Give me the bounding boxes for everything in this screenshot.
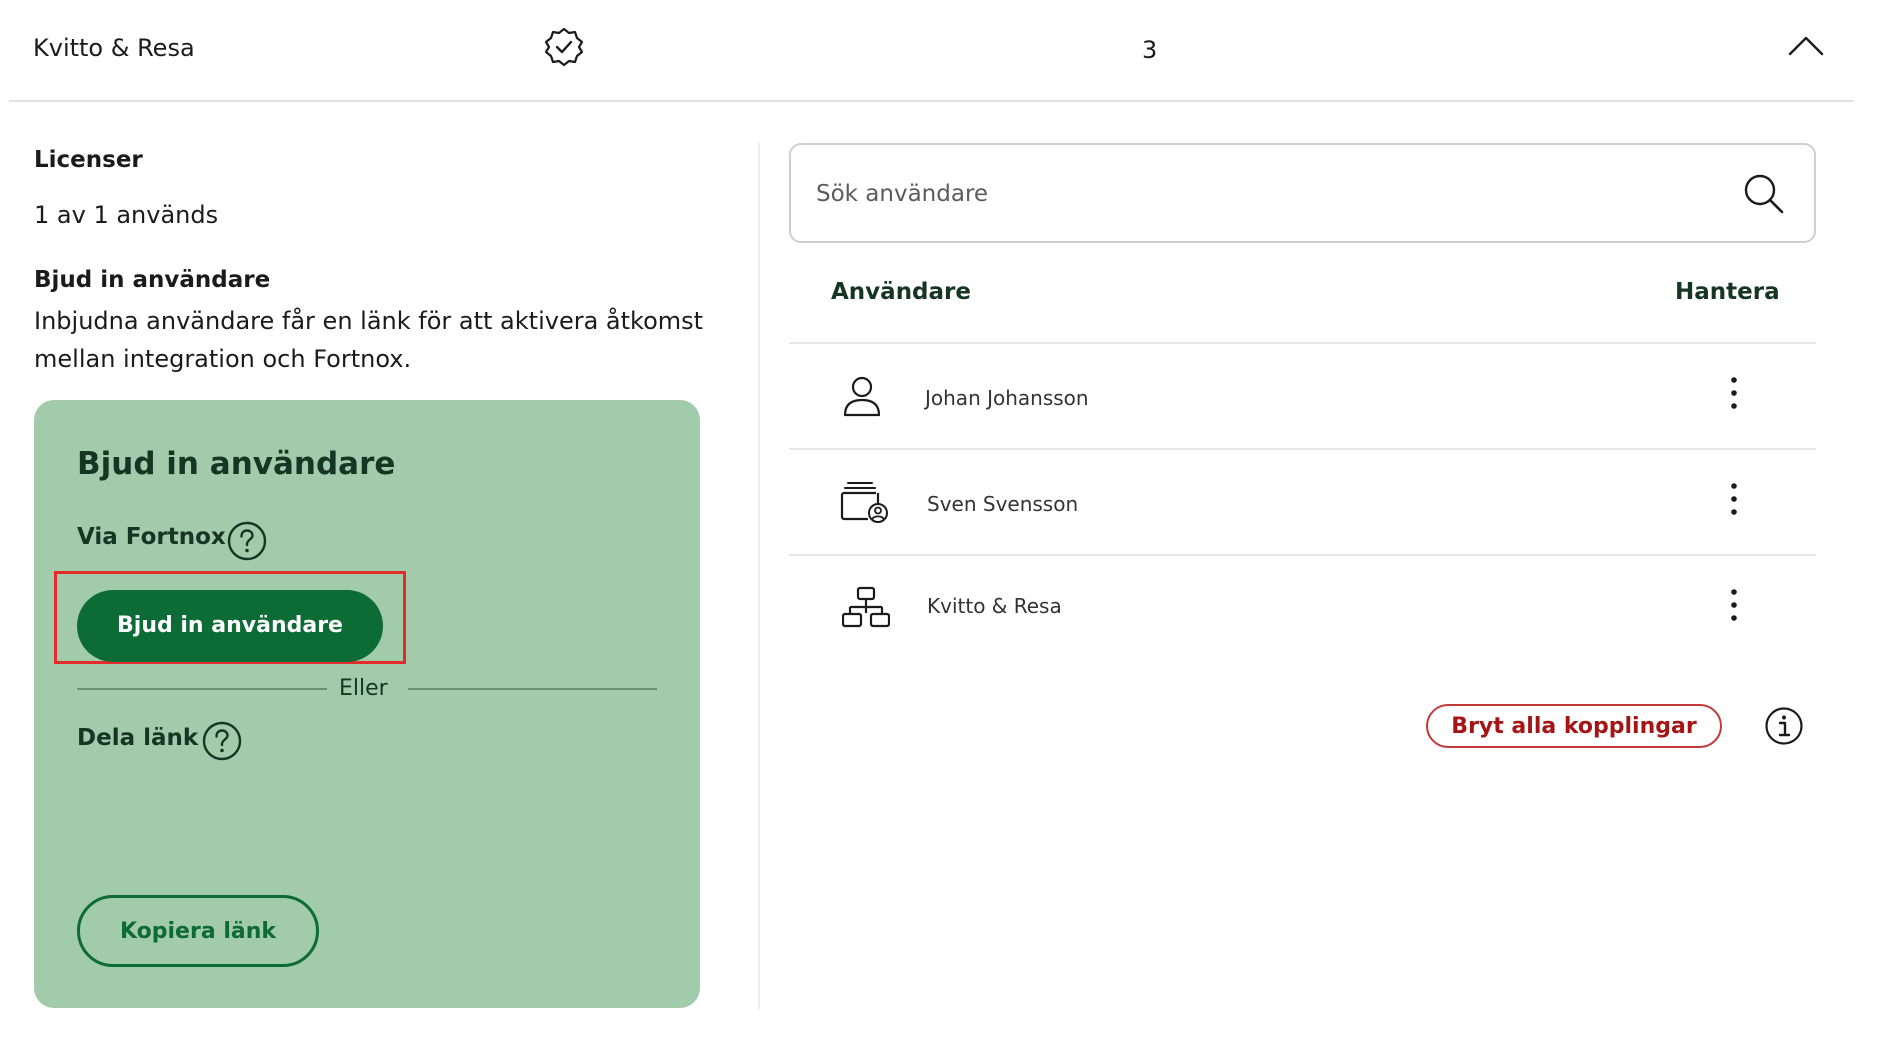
more-options-icon[interactable] (1728, 376, 1740, 410)
more-options-icon[interactable] (1728, 482, 1740, 516)
column-header-users: Användare (831, 279, 971, 305)
licenses-heading: Licenser (34, 147, 143, 173)
table-row-name: Kvitto & Resa (927, 594, 1062, 618)
network-icon (842, 586, 890, 628)
user-icon (842, 374, 882, 418)
invite-card-title: Bjud in användare (77, 446, 396, 482)
invite-heading: Bjud in användare (34, 267, 271, 293)
table-divider (789, 342, 1816, 344)
divider-line-right (408, 688, 657, 690)
chevron-up-icon[interactable] (1786, 32, 1826, 58)
column-separator (758, 143, 760, 1009)
invite-user-button[interactable]: Bjud in användare (77, 590, 383, 662)
or-separator-text: Eller (339, 676, 388, 701)
copy-link-button[interactable]: Kopiera länk (77, 895, 319, 967)
header-divider (9, 100, 1854, 102)
user-count: 3 (1142, 36, 1158, 64)
licenses-usage: 1 av 1 används (34, 201, 219, 229)
share-link-label: Dela länk (77, 725, 199, 751)
table-row-name: Johan Johansson (925, 386, 1089, 410)
integration-title: Kvitto & Resa (33, 34, 195, 62)
table-row-name: Sven Svensson (927, 492, 1079, 516)
user-stack-icon (840, 480, 890, 524)
table-divider (789, 554, 1816, 556)
help-icon[interactable] (201, 720, 243, 762)
info-icon[interactable] (1764, 706, 1804, 746)
column-header-manage: Hantera (1675, 279, 1780, 305)
search-icon[interactable] (1742, 172, 1786, 216)
verified-badge-icon (544, 27, 584, 67)
disconnect-all-button[interactable]: Bryt alla kopplingar (1426, 704, 1722, 748)
help-icon[interactable] (226, 520, 268, 562)
invite-description: Inbjudna användare får en länk för att a… (34, 307, 704, 373)
table-divider (789, 448, 1816, 450)
more-options-icon[interactable] (1728, 588, 1740, 622)
via-fortnox-label: Via Fortnox (77, 524, 226, 550)
divider-line-left (77, 688, 327, 690)
search-input[interactable] (816, 172, 1716, 216)
